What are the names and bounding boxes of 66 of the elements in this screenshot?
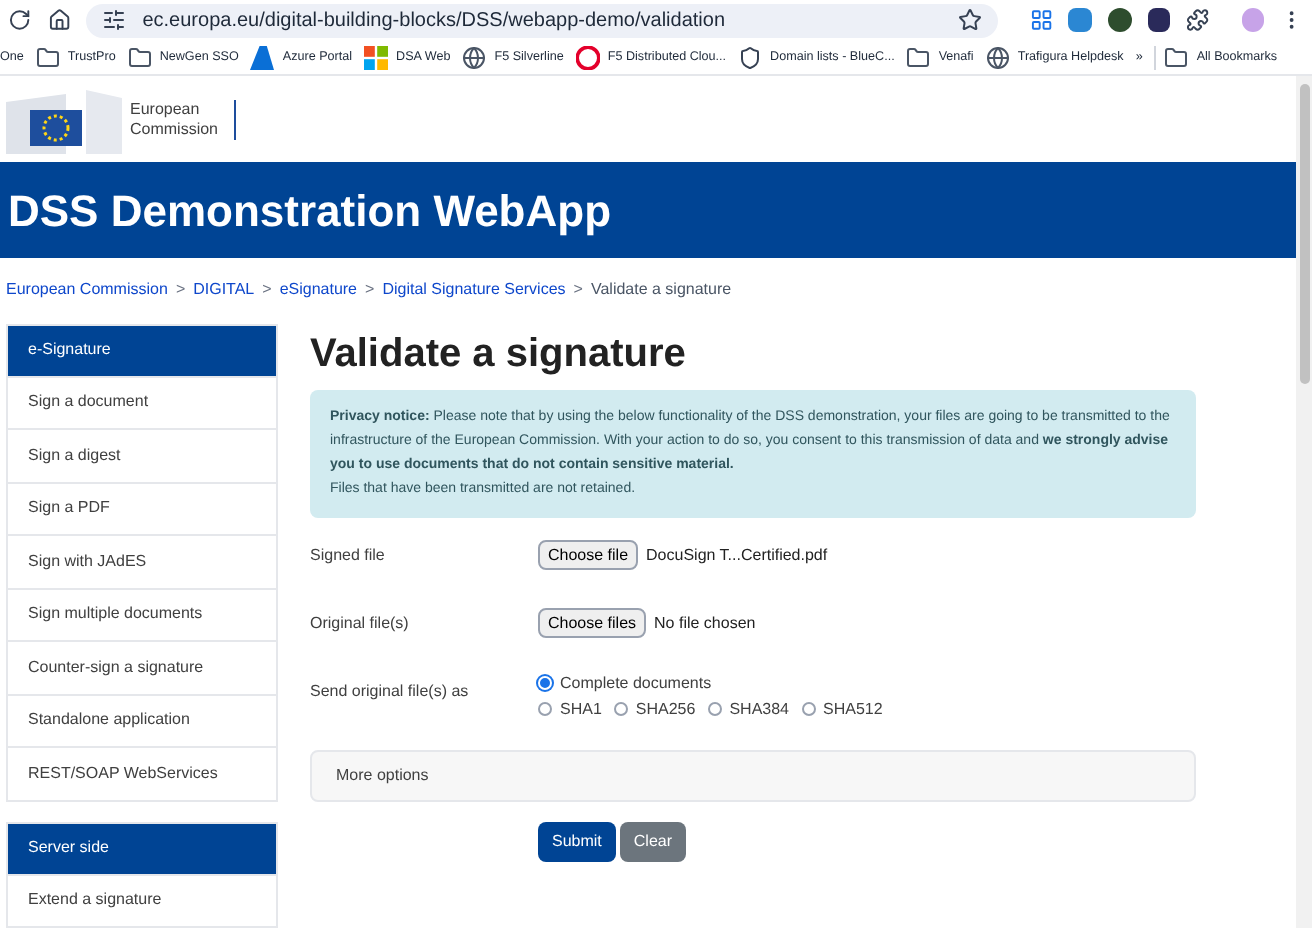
- url-text: ec.europa.eu/digital-building-blocks/DSS/webapp-demo/validation: [142, 7, 728, 35]
- circle-logo-icon: [575, 45, 600, 69]
- star-icon[interactable]: [957, 8, 982, 32]
- sidebar-link[interactable]: Counter-sign a signature: [8, 640, 276, 693]
- field-label: Send original file(s) as: [310, 679, 471, 704]
- page-heading: Validate a signature: [310, 329, 688, 379]
- triangle-icon: [250, 45, 275, 69]
- commission-logo-icon: [6, 85, 122, 154]
- more-options-panel[interactable]: More options: [310, 749, 1196, 801]
- breadcrumb-separator: >: [175, 278, 186, 303]
- breadcrumb-link[interactable]: DIGITAL: [193, 278, 255, 303]
- dark-extension-icon[interactable]: [1147, 8, 1171, 32]
- field-label: Signed file: [310, 543, 387, 567]
- commission-name: European Commission: [130, 99, 237, 140]
- sidebar-link[interactable]: REST/SOAP WebServices: [8, 746, 276, 799]
- submit-button[interactable]: Submit: [538, 821, 616, 861]
- choose-file-button[interactable]: Choose file: [538, 540, 639, 570]
- sidebar-link[interactable]: Sign multiple documents: [8, 587, 276, 640]
- folder-icon: [1164, 45, 1189, 69]
- square-extension-icon[interactable]: [1068, 8, 1092, 32]
- breadcrumb-link[interactable]: European Commission: [6, 278, 168, 303]
- scrollbar-thumb[interactable]: [1299, 84, 1309, 384]
- radio-option[interactable]: SHA256: [613, 697, 696, 721]
- folder-icon: [35, 45, 60, 69]
- site-settings-icon[interactable]: [102, 8, 127, 32]
- breadcrumb-separator: >: [573, 278, 583, 303]
- breadcrumb-link[interactable]: eSignature: [279, 278, 358, 303]
- folder-icon: [906, 45, 931, 69]
- breadcrumb-link[interactable]: Digital Signature Services: [382, 278, 566, 303]
- radio-option[interactable]: Complete documents: [538, 671, 712, 695]
- radio-option[interactable]: SHA1: [538, 697, 602, 721]
- sidebar-link[interactable]: Sign a digest: [8, 428, 276, 481]
- breadcrumb-separator: >: [365, 278, 375, 303]
- choose-file-button[interactable]: Choose files: [538, 608, 647, 638]
- radio-button[interactable]: [613, 702, 628, 716]
- sidebar-link[interactable]: Sign a PDF: [8, 481, 276, 534]
- radio-option[interactable]: SHA384: [707, 697, 789, 721]
- file-name: No file chosen: [654, 611, 756, 635]
- radio-button[interactable]: [707, 702, 722, 716]
- radio-button[interactable]: [801, 702, 815, 716]
- grid-icon[interactable]: [1029, 8, 1053, 32]
- scrollbar[interactable]: [1296, 76, 1312, 928]
- sidebar-header: Server side: [8, 823, 276, 873]
- globe-icon: [985, 45, 1010, 69]
- grid-icon: [364, 45, 389, 69]
- radio-option[interactable]: SHA512: [801, 697, 883, 721]
- site-title: DSS Demonstration WebApp: [8, 183, 612, 240]
- breadcrumb-separator: >: [262, 278, 272, 303]
- field-label: Original file(s): [310, 611, 411, 635]
- sidebar-link[interactable]: Sign with JAdES: [8, 534, 276, 587]
- file-name: DocuSign T...Certified.pdf: [646, 543, 828, 567]
- folder-icon: [127, 45, 152, 69]
- breadcrumb-current: Validate a signature: [590, 278, 732, 303]
- sidebar-link[interactable]: Sign a document: [8, 375, 276, 428]
- home-icon[interactable]: [47, 8, 71, 32]
- reload-icon[interactable]: [8, 8, 32, 32]
- globe-icon: [462, 45, 487, 69]
- circle-extension-icon[interactable]: [1107, 8, 1131, 32]
- address-bar[interactable]: ec.europa.eu/digital-building-blocks/DSS/webapp-demo/validation: [86, 3, 998, 37]
- extensions-icon[interactable]: [1186, 8, 1210, 32]
- shield-icon: [738, 45, 763, 69]
- sidebar-link[interactable]: Standalone application: [8, 693, 276, 746]
- sidebar-link[interactable]: Extend a signature: [8, 873, 276, 926]
- clear-button[interactable]: Clear: [619, 821, 687, 861]
- radio-button[interactable]: [538, 702, 552, 716]
- sidebar-header: e-Signature: [8, 325, 276, 375]
